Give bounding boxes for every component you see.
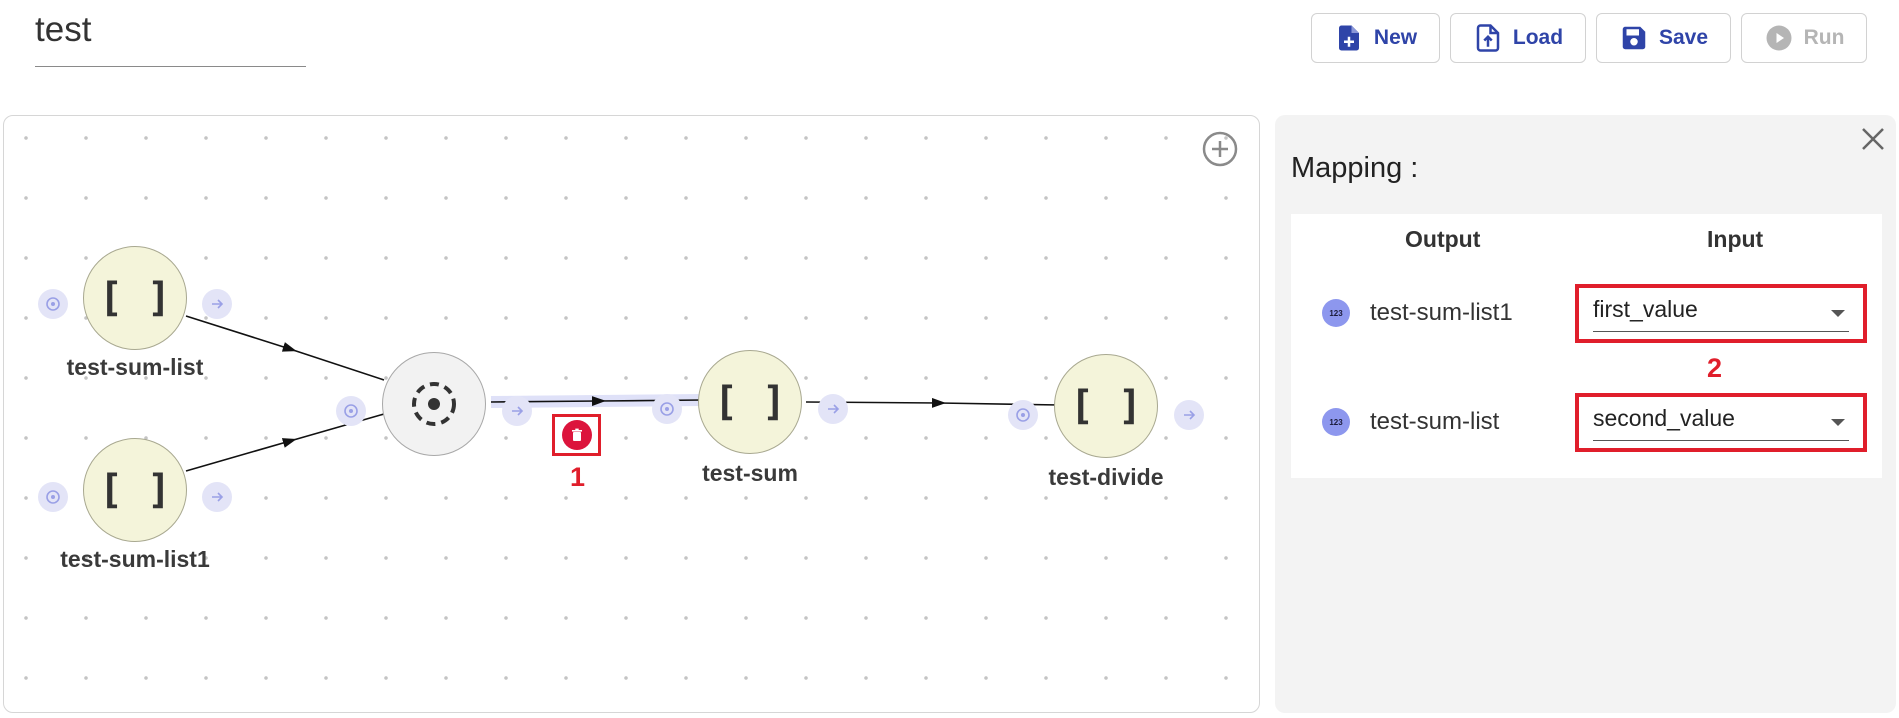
- target-icon: [46, 490, 60, 504]
- trash-icon: [571, 428, 582, 441]
- output-port[interactable]: [202, 289, 232, 319]
- node-label-test-sum-list: test-sum-list: [66, 354, 204, 380]
- run-button[interactable]: Run: [1741, 13, 1867, 63]
- node-label-test-sum: test-sum: [702, 460, 798, 486]
- arrow-right-icon: [212, 299, 224, 309]
- input-column-header: Input: [1707, 226, 1764, 252]
- delete-edge-highlight: [552, 414, 601, 456]
- input-port[interactable]: [1008, 400, 1038, 430]
- mapping-input-select-highlight: first_value: [1575, 284, 1867, 343]
- mapping-input-select-highlight: second_value: [1575, 393, 1867, 452]
- input-port[interactable]: [38, 289, 68, 319]
- load-button[interactable]: Load: [1450, 13, 1586, 63]
- target-icon: [660, 402, 674, 416]
- output-port[interactable]: [1174, 400, 1204, 430]
- select-value: first_value: [1593, 296, 1698, 322]
- target-icon: [344, 404, 358, 418]
- node-label-test-divide: test-divide: [1048, 464, 1164, 490]
- save-button[interactable]: Save: [1596, 13, 1731, 63]
- target-icon: [46, 297, 60, 311]
- node-glyph: [ ]: [1069, 383, 1143, 429]
- number-type-icon: 123: [1322, 408, 1350, 436]
- mapping-input-select[interactable]: second_value: [1593, 405, 1849, 441]
- new-button-label: New: [1373, 26, 1418, 49]
- node-merge[interactable]: [382, 352, 486, 456]
- new-button[interactable]: New: [1311, 13, 1440, 63]
- input-port[interactable]: [652, 394, 682, 424]
- run-button-label: Run: [1803, 26, 1845, 49]
- save-icon: [1622, 26, 1646, 50]
- save-button-label: Save: [1658, 26, 1709, 49]
- chevron-down-icon: [1831, 419, 1845, 426]
- arrow-right-icon: [1184, 410, 1196, 420]
- upload-file-icon: [1476, 24, 1500, 52]
- node-glyph: [ ]: [98, 275, 172, 321]
- close-icon[interactable]: [1858, 124, 1888, 154]
- node-glyph: [ ]: [713, 379, 787, 425]
- mapping-title: Mapping :: [1291, 152, 1419, 184]
- node-glyph: [ ]: [98, 467, 172, 513]
- node-test-sum-list[interactable]: [ ]: [83, 246, 187, 350]
- play-icon: [1766, 25, 1792, 51]
- annotation-marker-1: 1: [570, 462, 586, 492]
- annotation-marker-2: 2: [1707, 353, 1723, 383]
- node-test-divide[interactable]: [ ]: [1054, 354, 1158, 458]
- mapping-input-select[interactable]: first_value: [1593, 296, 1849, 332]
- mapping-output-label: test-sum-list: [1370, 408, 1500, 435]
- select-value: second_value: [1593, 405, 1735, 431]
- node-test-sum[interactable]: [ ]: [698, 350, 802, 454]
- output-column-header: Output: [1405, 226, 1481, 252]
- arrow-right-icon: [212, 492, 224, 502]
- mapping-output-label: test-sum-list1: [1370, 299, 1513, 326]
- zoom-in-icon[interactable]: [1200, 129, 1240, 169]
- chevron-down-icon: [1831, 310, 1845, 317]
- merge-icon: [412, 382, 456, 426]
- workflow-name-value: test: [35, 10, 92, 49]
- workflow-name-input[interactable]: test: [35, 6, 306, 67]
- node-label-test-sum-list1: test-sum-list1: [60, 546, 210, 572]
- input-port[interactable]: [336, 396, 366, 426]
- target-icon: [1016, 408, 1030, 422]
- arrow-right-icon: [828, 404, 840, 414]
- load-button-label: Load: [1512, 26, 1564, 49]
- arrow-right-icon: [512, 406, 524, 416]
- output-port[interactable]: [202, 482, 232, 512]
- number-type-icon: 123: [1322, 299, 1350, 327]
- new-file-icon: [1338, 25, 1359, 51]
- input-port[interactable]: [38, 482, 68, 512]
- delete-edge-button[interactable]: [561, 420, 592, 450]
- output-port[interactable]: [502, 396, 532, 426]
- node-test-sum-list1[interactable]: [ ]: [83, 438, 187, 542]
- output-port[interactable]: [818, 394, 848, 424]
